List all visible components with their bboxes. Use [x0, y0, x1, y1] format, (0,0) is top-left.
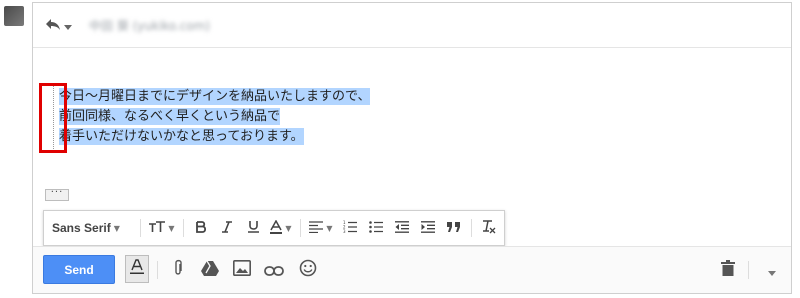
bold-button[interactable]	[188, 215, 214, 241]
quote-button[interactable]	[441, 215, 467, 241]
bulleted-list-icon	[369, 220, 383, 236]
indent-more-button[interactable]	[415, 215, 441, 241]
chevron-down-icon: ▼	[168, 223, 175, 233]
avatar	[4, 6, 24, 26]
font-family-label: Sans Serif	[52, 221, 111, 235]
chevron-down-icon	[768, 261, 776, 280]
text-color-button[interactable]: ▼	[266, 215, 296, 241]
italic-button[interactable]	[214, 215, 240, 241]
compose-bottom-bar: Send	[33, 246, 791, 293]
compose-card: 中田 葵 (yukiko.com) 今日〜月曜日までにデザインを納品いたしますの…	[32, 2, 792, 294]
insert-link-button[interactable]	[261, 257, 287, 283]
insert-drive-button[interactable]	[197, 257, 223, 283]
divider	[300, 219, 301, 237]
chevron-down-icon	[64, 16, 72, 35]
discard-draft-button[interactable]	[715, 257, 741, 283]
drive-icon	[201, 260, 219, 280]
annotation-box	[39, 83, 67, 153]
divider	[183, 219, 184, 237]
send-button[interactable]: Send	[43, 255, 115, 284]
formatting-options-button[interactable]	[125, 255, 149, 283]
message-line: 今日〜月曜日までにデザインを納品いたしますので、	[59, 88, 371, 105]
svg-text:3: 3	[343, 229, 346, 233]
font-size-icon	[149, 220, 166, 236]
font-family-select[interactable]: Sans Serif ▼	[44, 215, 136, 241]
indent-less-icon	[395, 220, 409, 236]
recipient-field[interactable]: 中田 葵 (yukiko.com)	[89, 17, 210, 34]
photo-icon	[233, 260, 251, 280]
message-body[interactable]: 今日〜月曜日までにデザインを納品いたしますので、 前回同様、なるべく早くという納…	[59, 87, 371, 147]
paperclip-icon	[173, 259, 183, 281]
text-color-icon	[270, 218, 283, 237]
divider	[140, 219, 141, 237]
align-icon	[309, 220, 324, 236]
numbered-list-icon: 123	[343, 220, 357, 236]
remove-formatting-button[interactable]	[476, 215, 502, 241]
reply-icon	[45, 16, 61, 35]
chevron-down-icon: ▼	[285, 223, 292, 233]
chevron-down-icon: ▼	[113, 223, 120, 233]
link-icon	[264, 261, 284, 280]
font-size-button[interactable]: ▼	[145, 215, 179, 241]
trash-icon	[721, 260, 735, 280]
reply-type-button[interactable]	[45, 15, 75, 35]
numbered-list-button[interactable]: 123	[337, 215, 363, 241]
align-button[interactable]: ▼	[305, 215, 337, 241]
message-line: 前回同様、なるべく早くという納品で	[59, 108, 281, 125]
divider	[157, 261, 158, 279]
remove-formatting-icon	[482, 219, 496, 237]
text-format-icon	[130, 259, 144, 279]
underline-icon	[247, 220, 259, 236]
insert-photo-button[interactable]	[229, 257, 255, 283]
quote-icon	[447, 221, 461, 235]
indent-more-icon	[421, 220, 435, 236]
emoji-icon	[299, 259, 317, 281]
show-trimmed-content-button[interactable]: ···	[45, 188, 69, 201]
formatting-toolbar: Sans Serif ▼ ▼ ▼ ▼ 123	[43, 210, 505, 246]
italic-icon	[222, 220, 232, 236]
chevron-down-icon: ▼	[326, 223, 333, 233]
divider	[748, 261, 749, 279]
indent-less-button[interactable]	[389, 215, 415, 241]
divider	[471, 219, 472, 237]
bulleted-list-button[interactable]	[363, 215, 389, 241]
bold-icon	[196, 220, 207, 236]
underline-button[interactable]	[240, 215, 266, 241]
attach-files-button[interactable]	[165, 257, 191, 283]
more-options-button[interactable]	[759, 257, 785, 283]
message-line: 着手いただけないかなと思っております。	[59, 128, 304, 145]
insert-emoji-button[interactable]	[295, 257, 321, 283]
compose-header: 中田 葵 (yukiko.com)	[33, 3, 791, 48]
